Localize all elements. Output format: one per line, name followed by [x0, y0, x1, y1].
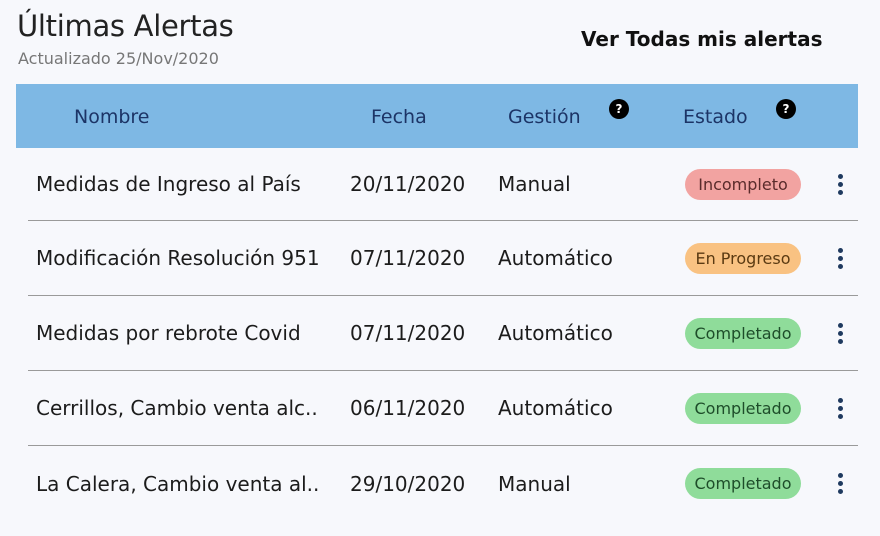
- alert-date: 07/11/2020: [350, 246, 466, 270]
- gestion-help-icon[interactable]: ?: [609, 99, 629, 119]
- status-badge: En Progreso: [685, 242, 801, 274]
- row-menu-button[interactable]: [828, 446, 852, 521]
- table-header: Nombre Fecha Gestión ? Estado ?: [16, 84, 858, 148]
- more-vertical-icon: [837, 173, 843, 195]
- status-badge: Completado: [685, 468, 801, 499]
- alert-status-cell: Completado: [685, 371, 801, 445]
- status-badge: Completado: [685, 317, 801, 349]
- alert-management: Manual: [498, 172, 571, 196]
- estado-help-icon[interactable]: ?: [776, 99, 796, 119]
- alert-management: Manual: [498, 471, 571, 496]
- alert-date: 07/11/2020: [350, 321, 466, 345]
- alert-status-cell: Incompleto: [685, 148, 801, 220]
- view-all-alerts-link[interactable]: Ver Todas mis alertas: [581, 27, 822, 51]
- alerts-table-body: Medidas de Ingreso al País 20/11/2020 Ma…: [28, 148, 858, 521]
- alert-name: La Calera, Cambio venta al..: [36, 471, 320, 496]
- alert-management: Automático: [498, 321, 613, 345]
- table-row[interactable]: Medidas de Ingreso al País 20/11/2020 Ma…: [28, 148, 858, 221]
- status-badge: Incompleto: [685, 168, 801, 200]
- row-menu-button[interactable]: [828, 148, 852, 220]
- column-header-nombre[interactable]: Nombre: [74, 106, 150, 128]
- alert-name: Cerrillos, Cambio venta alc..: [36, 396, 318, 420]
- alert-name: Modificación Resolución 951: [36, 246, 320, 270]
- more-vertical-icon: [837, 247, 843, 269]
- alert-date: 06/11/2020: [350, 396, 466, 420]
- alert-management: Automático: [498, 246, 613, 270]
- table-row[interactable]: La Calera, Cambio venta al.. 29/10/2020 …: [28, 446, 858, 521]
- alert-name: Medidas de Ingreso al País: [36, 172, 301, 196]
- alert-date: 29/10/2020: [350, 471, 466, 496]
- alert-name: Medidas por rebrote Covid: [36, 321, 301, 345]
- page-subtitle: Actualizado 25/Nov/2020: [18, 49, 219, 68]
- more-vertical-icon: [837, 397, 843, 419]
- row-menu-button[interactable]: [828, 221, 852, 295]
- row-menu-button[interactable]: [828, 296, 852, 370]
- row-menu-button[interactable]: [828, 371, 852, 445]
- table-row[interactable]: Medidas por rebrote Covid 07/11/2020 Aut…: [28, 296, 858, 371]
- column-header-gestion[interactable]: Gestión: [508, 106, 581, 128]
- alert-management: Automático: [498, 396, 613, 420]
- status-badge: Completado: [685, 392, 801, 424]
- column-header-estado[interactable]: Estado: [683, 106, 748, 128]
- alert-status-cell: En Progreso: [685, 221, 801, 295]
- column-header-fecha[interactable]: Fecha: [371, 106, 427, 128]
- alert-status-cell: Completado: [685, 446, 801, 521]
- more-vertical-icon: [837, 322, 843, 344]
- more-vertical-icon: [837, 473, 843, 494]
- page-title: Últimas Alertas: [17, 9, 234, 43]
- table-row[interactable]: Modificación Resolución 951 07/11/2020 A…: [28, 221, 858, 296]
- alert-status-cell: Completado: [685, 296, 801, 370]
- alert-date: 20/11/2020: [350, 172, 466, 196]
- table-row[interactable]: Cerrillos, Cambio venta alc.. 06/11/2020…: [28, 371, 858, 446]
